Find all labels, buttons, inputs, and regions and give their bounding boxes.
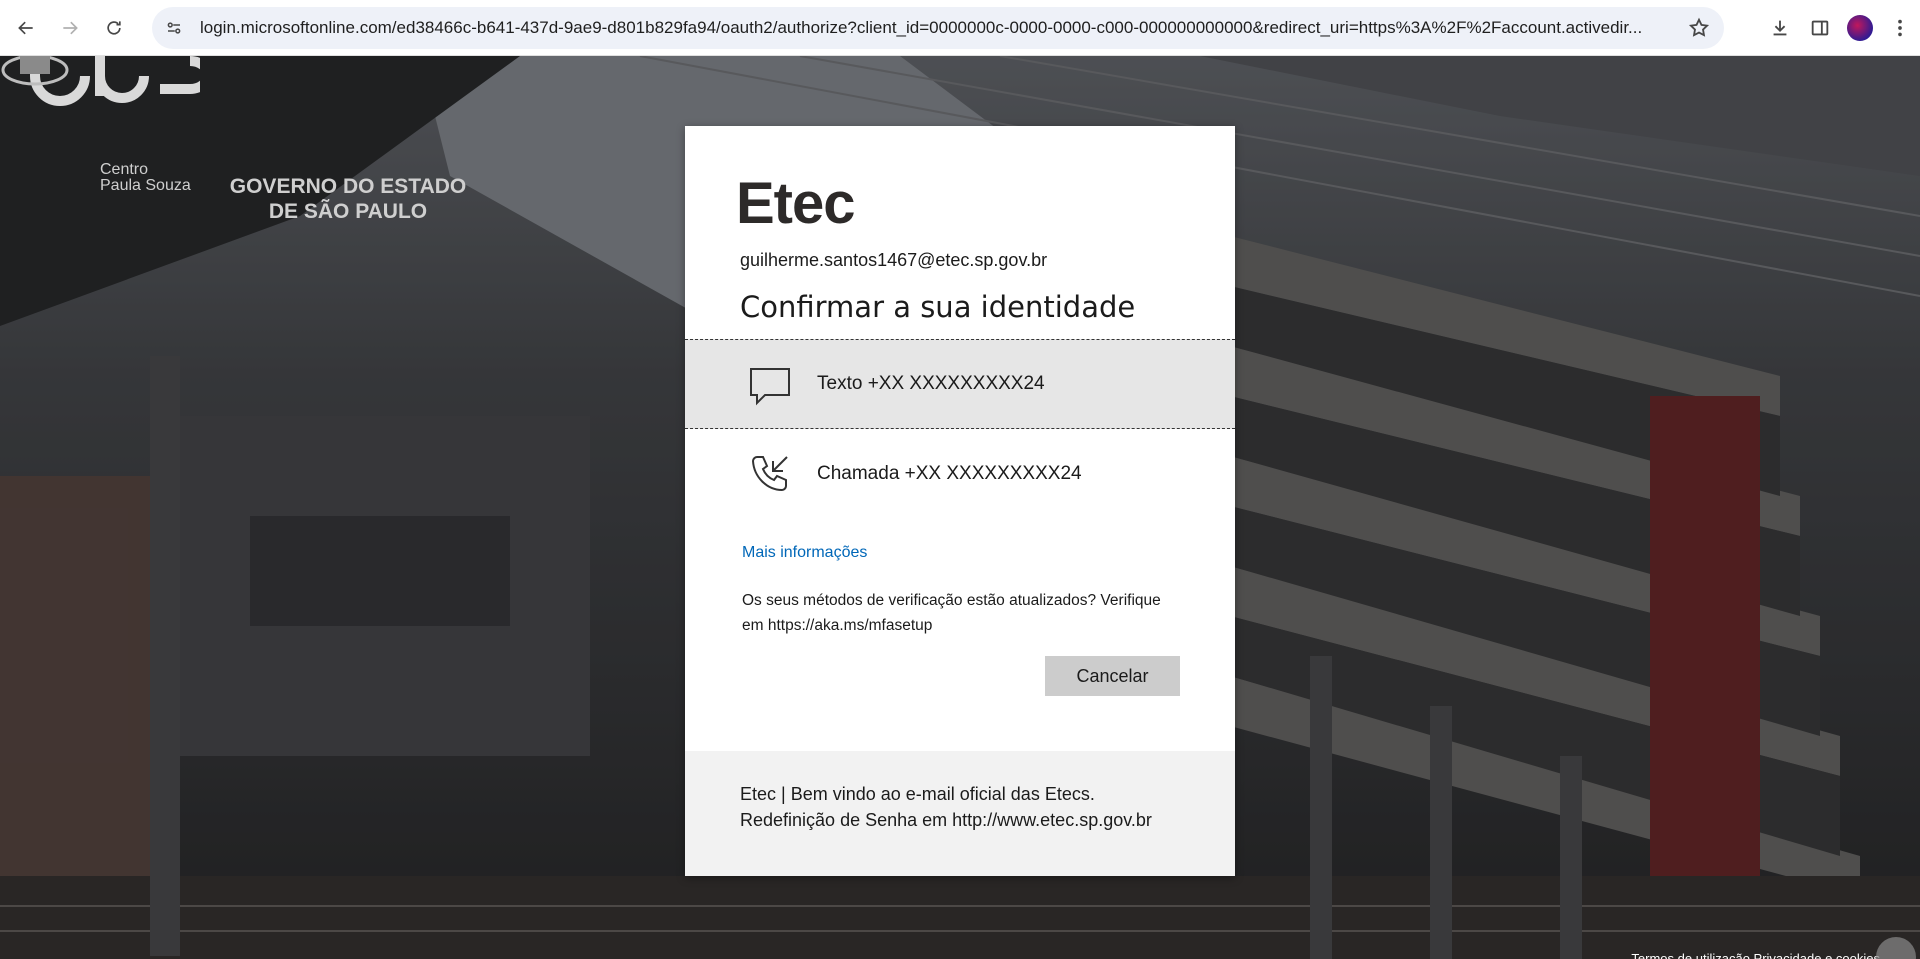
verify-option-text-label: Texto +XX XXXXXXXXX24 xyxy=(817,373,1045,394)
tenant-banner-line1: Etec | Bem vindo ao e-mail oficial das E… xyxy=(740,784,1095,804)
toolbar-actions xyxy=(1760,8,1920,48)
back-icon[interactable] xyxy=(8,10,44,46)
verify-option-call[interactable]: Chamada +XX XXXXXXXXX24 xyxy=(685,429,1235,519)
verify-option-call-label: Chamada +XX XXXXXXXXX24 xyxy=(817,463,1082,484)
forward-icon[interactable] xyxy=(52,10,88,46)
more-info-link[interactable]: Mais informações xyxy=(742,544,867,562)
brand-logo: Etec xyxy=(736,171,856,236)
address-bar[interactable]: login.microsoftonline.com/ed38466c-b641-… xyxy=(152,7,1724,49)
bookmark-star-icon[interactable] xyxy=(1688,17,1710,39)
cps-line2: Paula Souza xyxy=(100,177,191,194)
site-info-icon[interactable] xyxy=(158,12,190,44)
cps-line1: Centro xyxy=(100,161,149,178)
download-icon[interactable] xyxy=(1760,8,1800,48)
gov-line1: GOVERNO DO ESTADO xyxy=(229,175,467,198)
verify-option-text[interactable]: Texto +XX XXXXXXXXX24 xyxy=(685,339,1235,429)
profile-avatar[interactable] xyxy=(1840,8,1880,48)
message-icon xyxy=(750,368,790,406)
kebab-menu-icon[interactable] xyxy=(1880,8,1920,48)
cancel-button[interactable]: Cancelar xyxy=(1045,656,1180,696)
footer-links[interactable]: Termos de utilização Privacidade e cooki… xyxy=(1631,951,1880,959)
tenant-banner-line2: Redefinição de Senha em http://www.etec.… xyxy=(740,810,1152,830)
gov-line2: DE SÃO PAULO xyxy=(268,200,428,223)
side-panel-icon[interactable] xyxy=(1800,8,1840,48)
cps-logo-text: Centro Paula Souza xyxy=(100,162,191,194)
tenant-banner: Etec | Bem vindo ao e-mail oficial das E… xyxy=(685,751,1235,876)
identity-verification-dialog: Etec guilherme.santos1467@etec.sp.gov.br… xyxy=(685,126,1235,876)
account-email: guilherme.santos1467@etec.sp.gov.br xyxy=(740,250,1048,270)
page-title: Confirmar a sua identidade xyxy=(740,290,1136,324)
browser-toolbar: login.microsoftonline.com/ed38466c-b641-… xyxy=(0,0,1920,56)
government-logo-text: GOVERNO DO ESTADO DE SÃO PAULO xyxy=(222,174,474,224)
mfa-setup-note: Os seus métodos de verificação estão atu… xyxy=(742,592,1161,634)
phone-call-icon xyxy=(751,456,788,492)
reload-icon[interactable] xyxy=(96,10,132,46)
state-seal-icon xyxy=(1,56,69,86)
url-text[interactable]: login.microsoftonline.com/ed38466c-b641-… xyxy=(200,18,1680,38)
